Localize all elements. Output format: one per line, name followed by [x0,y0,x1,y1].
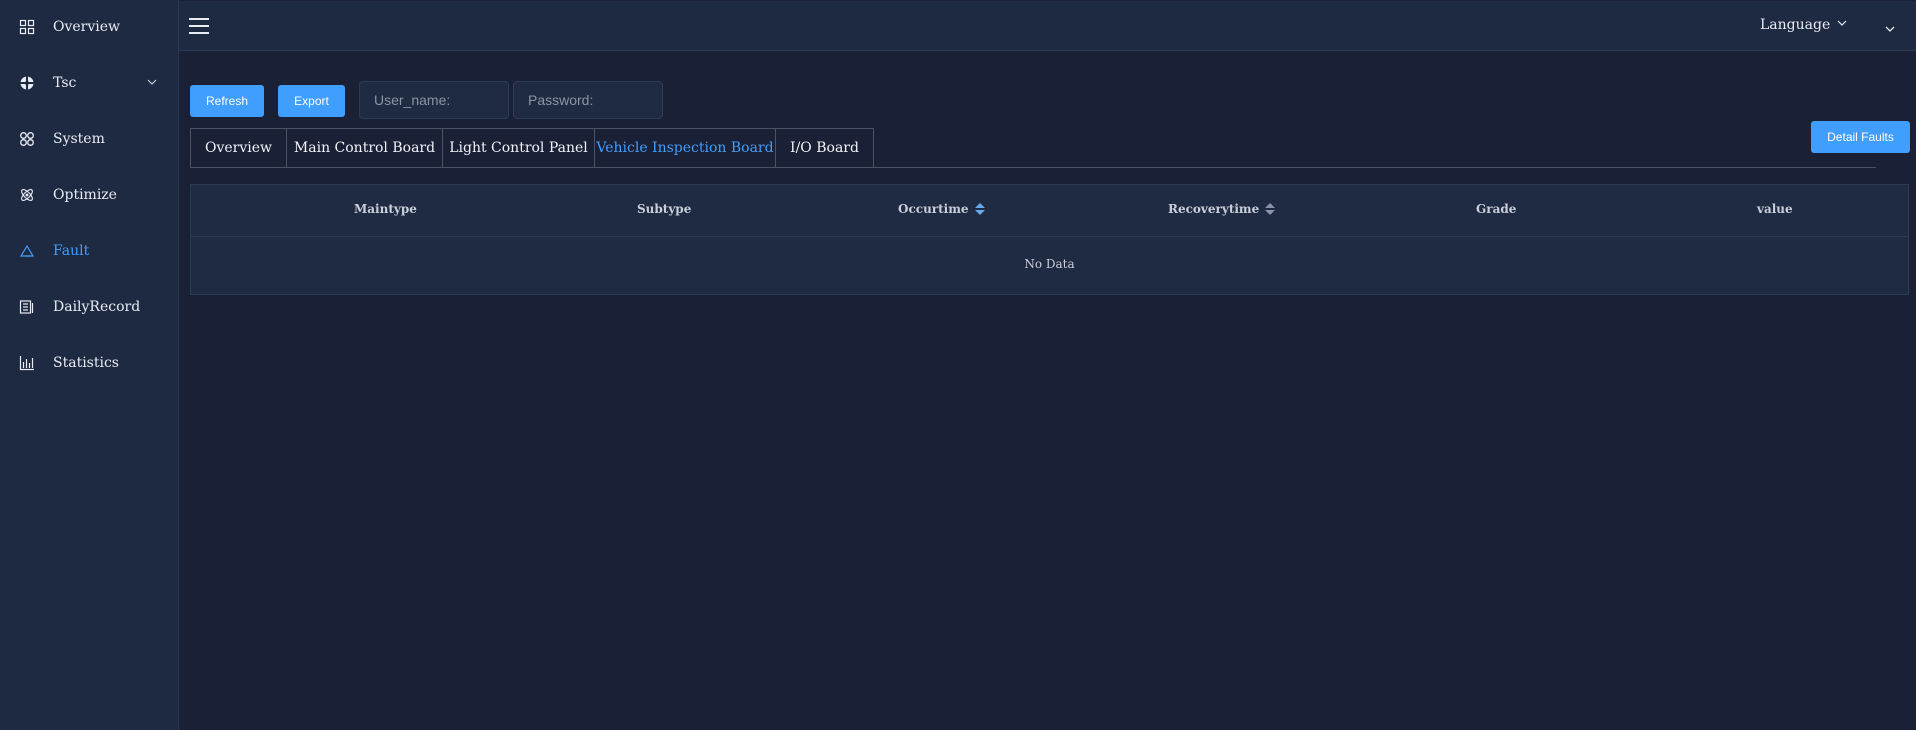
apps-icon [19,131,35,147]
export-button[interactable]: Export [278,85,345,117]
chevron-down-icon [1836,17,1848,33]
sidebar-item-dailyrecord[interactable]: DailyRecord [0,288,178,328]
sidebar-item-fault[interactable]: Fault [0,232,178,272]
record-icon [19,299,35,315]
column-header-maintype: Maintype [354,202,417,216]
username-input[interactable] [359,81,509,119]
fault-table: Maintype Subtype Occurtime Recoverytime … [190,184,1909,295]
grid-icon [19,19,35,35]
sidebar-item-system[interactable]: System [0,120,178,160]
menu-toggle-icon[interactable] [189,17,209,35]
sidebar-item-label: DailyRecord [53,299,141,315]
tab-main-control-board[interactable]: Main Control Board [286,128,443,168]
empty-state-text: No Data [1024,257,1075,271]
warning-icon [19,243,35,259]
table-header: Maintype Subtype Occurtime Recoverytime … [191,185,1908,237]
sort-icon[interactable] [1265,203,1276,215]
sidebar-item-label: Statistics [53,355,119,371]
sidebar-item-tsc[interactable]: Tsc [0,64,178,104]
password-input[interactable] [513,81,663,119]
top-header: Language [179,1,1916,51]
tab-overview[interactable]: Overview [190,128,287,168]
column-header-subtype: Subtype [637,202,692,216]
tab-io-board[interactable]: I/O Board [775,128,874,168]
sidebar-item-label: Overview [53,19,121,35]
tabs-divider [190,167,1876,168]
column-header-recoverytime[interactable]: Recoverytime [1168,202,1276,216]
tab-light-control-panel[interactable]: Light Control Panel [442,128,595,168]
column-header-grade: Grade [1476,202,1517,216]
tab-vehicle-inspection-board[interactable]: Vehicle Inspection Board [594,128,776,168]
sort-icon[interactable] [974,203,985,215]
sidebar-item-label: Optimize [53,187,117,203]
sidebar-item-label: Tsc [53,75,77,91]
detail-faults-button[interactable]: Detail Faults [1811,121,1910,153]
language-label: Language [1760,17,1831,33]
sidebar-item-label: Fault [53,243,90,259]
language-selector[interactable]: Language [1760,17,1848,33]
chevron-down-icon[interactable] [146,76,158,88]
sidebar: Overview Tsc System Optimize Fault Daily… [0,0,179,730]
app-root: Overview Tsc System Optimize Fault Daily… [0,0,1916,730]
column-header-value: value [1757,202,1793,216]
column-header-occurtime[interactable]: Occurtime [898,202,985,216]
user-menu-chevron-icon[interactable] [1884,20,1896,32]
sidebar-item-label: System [53,131,105,147]
sidebar-item-statistics[interactable]: Statistics [0,344,178,384]
target-icon [19,75,35,91]
sidebar-item-overview[interactable]: Overview [0,8,178,48]
atom-icon [19,187,35,203]
sidebar-item-optimize[interactable]: Optimize [0,176,178,216]
chart-icon [19,355,35,371]
refresh-button[interactable]: Refresh [190,85,264,117]
